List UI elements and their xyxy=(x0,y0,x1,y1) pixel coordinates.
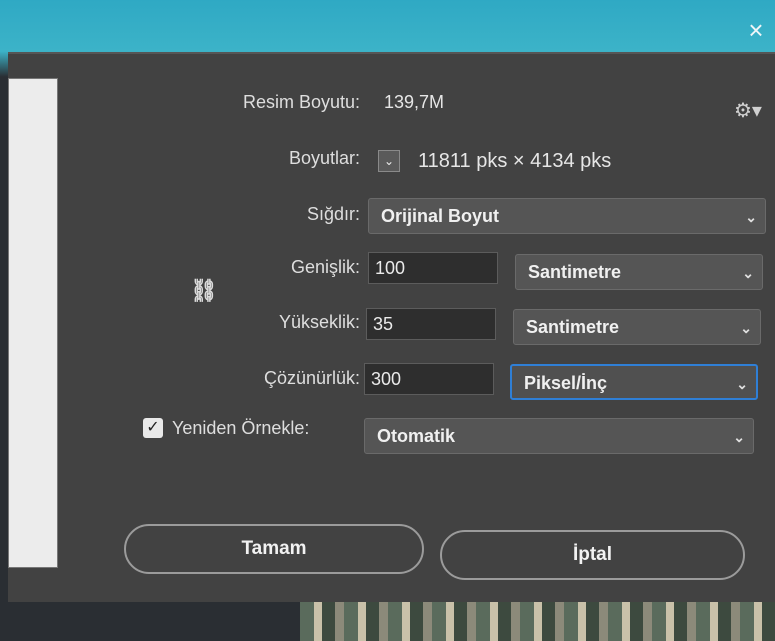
resolution-input[interactable]: 300 xyxy=(364,363,494,395)
chevron-down-icon: ⌄ xyxy=(742,265,754,281)
chevron-down-icon: ⌄ xyxy=(745,209,757,225)
resolution-unit-value: Piksel/İnç xyxy=(524,373,608,393)
width-unit-value: Santimetre xyxy=(528,262,622,282)
gear-icon[interactable]: ⚙▾ xyxy=(734,98,762,123)
height-unit-value: Santimetre xyxy=(526,317,620,337)
chevron-down-icon: ⌄ xyxy=(736,376,748,392)
resolution-label: Çözünürlük: xyxy=(263,368,360,388)
resample-checkbox[interactable]: ✓ xyxy=(143,418,163,438)
close-icon[interactable]: × xyxy=(744,17,768,43)
cancel-button[interactable]: İptal xyxy=(440,530,745,580)
resample-select[interactable]: Otomatik ⌄ xyxy=(364,418,754,454)
image-size-label: Resim Boyutu: xyxy=(242,92,360,112)
dimensions-dropdown-toggle[interactable]: ⌄ xyxy=(378,150,400,172)
ok-button[interactable]: Tamam xyxy=(124,524,424,574)
image-size-value: 139,7M xyxy=(384,92,445,112)
height-input[interactable]: 35 xyxy=(366,308,496,340)
link-chain-icon[interactable]: ⛓ xyxy=(190,278,218,304)
width-unit-select[interactable]: Santimetre ⌄ xyxy=(515,254,763,290)
fit-select[interactable]: Orijinal Boyut ⌄ xyxy=(368,198,766,234)
height-label: Yükseklik: xyxy=(278,312,360,332)
resample-label: Yeniden Örnekle: xyxy=(172,418,310,438)
dimensions-label: Boyutlar: xyxy=(288,148,360,168)
chevron-down-icon: ⌄ xyxy=(383,154,395,168)
fit-label: Sığdır: xyxy=(306,204,360,224)
dimensions-value: 11811 pks × 4134 pks xyxy=(418,150,612,172)
resample-select-value: Otomatik xyxy=(377,426,456,446)
chevron-down-icon: ⌄ xyxy=(740,320,752,336)
background-photo xyxy=(300,600,775,641)
resolution-unit-select[interactable]: Piksel/İnç ⌄ xyxy=(510,364,758,400)
fit-select-value: Orijinal Boyut xyxy=(381,206,500,226)
chevron-down-icon: ⌄ xyxy=(733,429,745,445)
width-input[interactable]: 100 xyxy=(368,252,498,284)
height-unit-select[interactable]: Santimetre ⌄ xyxy=(513,309,761,345)
image-preview-panel xyxy=(8,78,58,568)
width-label: Genişlik: xyxy=(290,257,360,277)
